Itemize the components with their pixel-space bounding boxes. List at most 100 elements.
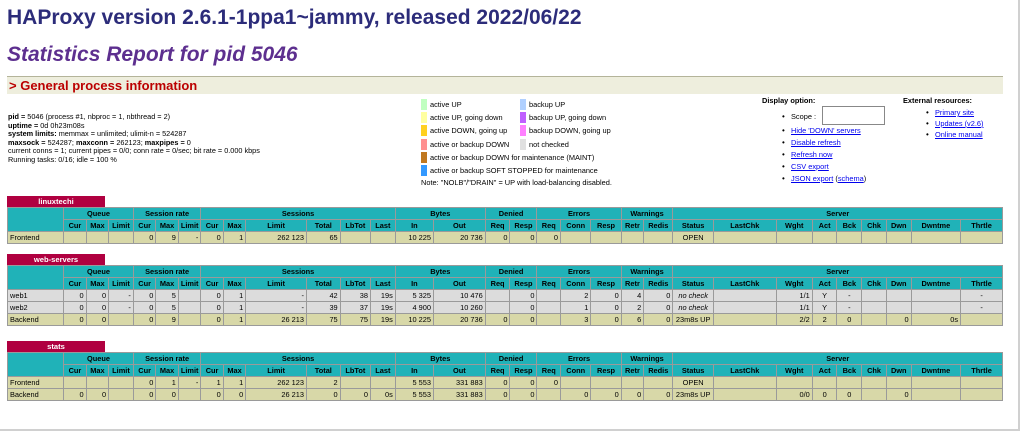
legend-swatch (421, 112, 427, 124)
column-header: Dwntme (910, 219, 962, 232)
row-name[interactable]: Frontend (6, 376, 65, 389)
column-header: Conn (560, 364, 592, 377)
scope-input[interactable] (822, 106, 885, 125)
column-header: Req (536, 219, 562, 232)
table-cell: 0 (63, 388, 87, 401)
table-cell: 23m8s UP (672, 313, 714, 326)
table-cell: 4 900 (394, 301, 435, 314)
legend-label: active DOWN, going up (430, 126, 508, 136)
table-cell: 26 213 (245, 313, 307, 326)
row-name[interactable]: web1 (6, 289, 65, 302)
row-name[interactable]: Frontend (6, 231, 65, 244)
legend-label: active UP (430, 100, 462, 109)
table-cell: 1 (222, 289, 247, 302)
column-header: LbTot (339, 277, 372, 290)
table-row: Frontend 0 9-0 1 262 123 65 10 225 20 736 0 0 0 OPE… (6, 231, 1003, 244)
table-cell: 0 (222, 388, 247, 401)
disable-refresh-link[interactable]: Disable refresh (791, 138, 841, 147)
column-header: Limit (177, 219, 202, 232)
table-cell (620, 376, 645, 389)
column-header: Wght (775, 219, 813, 232)
column-header: LastChk (712, 277, 777, 290)
table-cell: 0s (910, 313, 962, 326)
table-cell: - (108, 301, 134, 314)
csv-export-link[interactable]: CSV export (791, 162, 829, 171)
table-cell: 0 (63, 301, 87, 314)
table-cell (910, 388, 962, 401)
table-cell (108, 313, 134, 326)
table-cell: 0 (132, 301, 157, 314)
column-header: Wght (775, 364, 813, 377)
table-cell: 0 (155, 388, 179, 401)
process-info: pid = 5046 (process #1, nbproc = 1, nbth… (8, 112, 260, 165)
table-cell: 10 225 (394, 313, 435, 326)
table-cell: 19s (370, 313, 396, 326)
table-cell: 0 (509, 313, 538, 326)
column-header: Status (672, 364, 714, 377)
table-cell (836, 231, 863, 244)
legend-swatch (421, 138, 427, 150)
table-cell: 0 (132, 376, 157, 389)
table-cell: - (836, 301, 863, 314)
table-group-header: Queue Session rate Sessions Bytes Denied Erro… (6, 207, 1003, 232)
table-cell (910, 376, 962, 389)
table-row: Backend 0 0 0 9 0 1 26 213 75 75 19s 10 225 20 736 0 0… (6, 313, 1003, 326)
column-header: LastChk (712, 219, 777, 232)
group-header: Errors (536, 352, 622, 365)
proxy-title[interactable]: linuxtechi (7, 196, 105, 207)
column-header: Retr (620, 277, 645, 290)
row-name[interactable]: web2 (6, 301, 65, 314)
table-cell (811, 376, 838, 389)
table-cell: 0 (509, 388, 538, 401)
table-cell (177, 301, 202, 314)
updates-link[interactable]: Updates (v2.6) (935, 119, 984, 128)
group-header: Server (672, 265, 1003, 278)
online-manual-link[interactable]: Online manual (935, 130, 983, 139)
primary-site-link[interactable]: Primary site (935, 108, 974, 117)
column-header: Last (370, 364, 396, 377)
table-cell: - (245, 301, 307, 314)
table-cell: 9 (155, 313, 179, 326)
legend-label: not checked (529, 139, 569, 149)
column-header: Cur (132, 219, 157, 232)
table-cell (536, 388, 562, 401)
column-header: Dwn (885, 219, 912, 232)
section-title: > General process information (9, 78, 198, 93)
hide-down-link[interactable]: Hide 'DOWN' servers (791, 126, 861, 135)
legend-item: backup UP (520, 99, 565, 110)
schema-link[interactable]: schema (838, 174, 864, 183)
proxy-title[interactable]: web-servers (7, 254, 105, 265)
group-header: Server (672, 207, 1003, 220)
json-export-link[interactable]: JSON export (791, 174, 833, 183)
group-header: Bytes (394, 265, 486, 278)
table-cell: 23m8s UP (672, 388, 714, 401)
row-name[interactable]: Backend (6, 388, 65, 401)
table-cell: - (177, 231, 202, 244)
legend-item: not checked (520, 138, 569, 150)
column-header: Last (370, 219, 396, 232)
table-cell: 1/1 (775, 289, 813, 302)
table-cell: 3 (560, 313, 592, 326)
legend-swatch (520, 99, 526, 110)
legend-swatch (421, 125, 427, 137)
table-cell: 1 (222, 376, 247, 389)
table-cell (960, 313, 1003, 326)
column-header: In (394, 277, 435, 290)
column-header: Bck (836, 219, 863, 232)
column-header: In (394, 364, 435, 377)
table-cell (885, 376, 912, 389)
row-name[interactable]: Backend (6, 313, 65, 326)
table-cell: 0 (200, 313, 224, 326)
hide-down-item: Hide 'DOWN' servers (782, 126, 861, 135)
column-header: Max (222, 277, 247, 290)
table-cell: 9 (155, 231, 179, 244)
table-cell (861, 313, 887, 326)
table-cell: 42 (305, 289, 341, 302)
json-export-item: JSON export (schema) (782, 174, 866, 183)
column-header: Resp (509, 364, 538, 377)
table-cell (836, 376, 863, 389)
column-header: Total (305, 219, 341, 232)
table-cell: 2 (620, 301, 645, 314)
refresh-now-link[interactable]: Refresh now (791, 150, 833, 159)
proxy-title[interactable]: stats (7, 341, 105, 352)
